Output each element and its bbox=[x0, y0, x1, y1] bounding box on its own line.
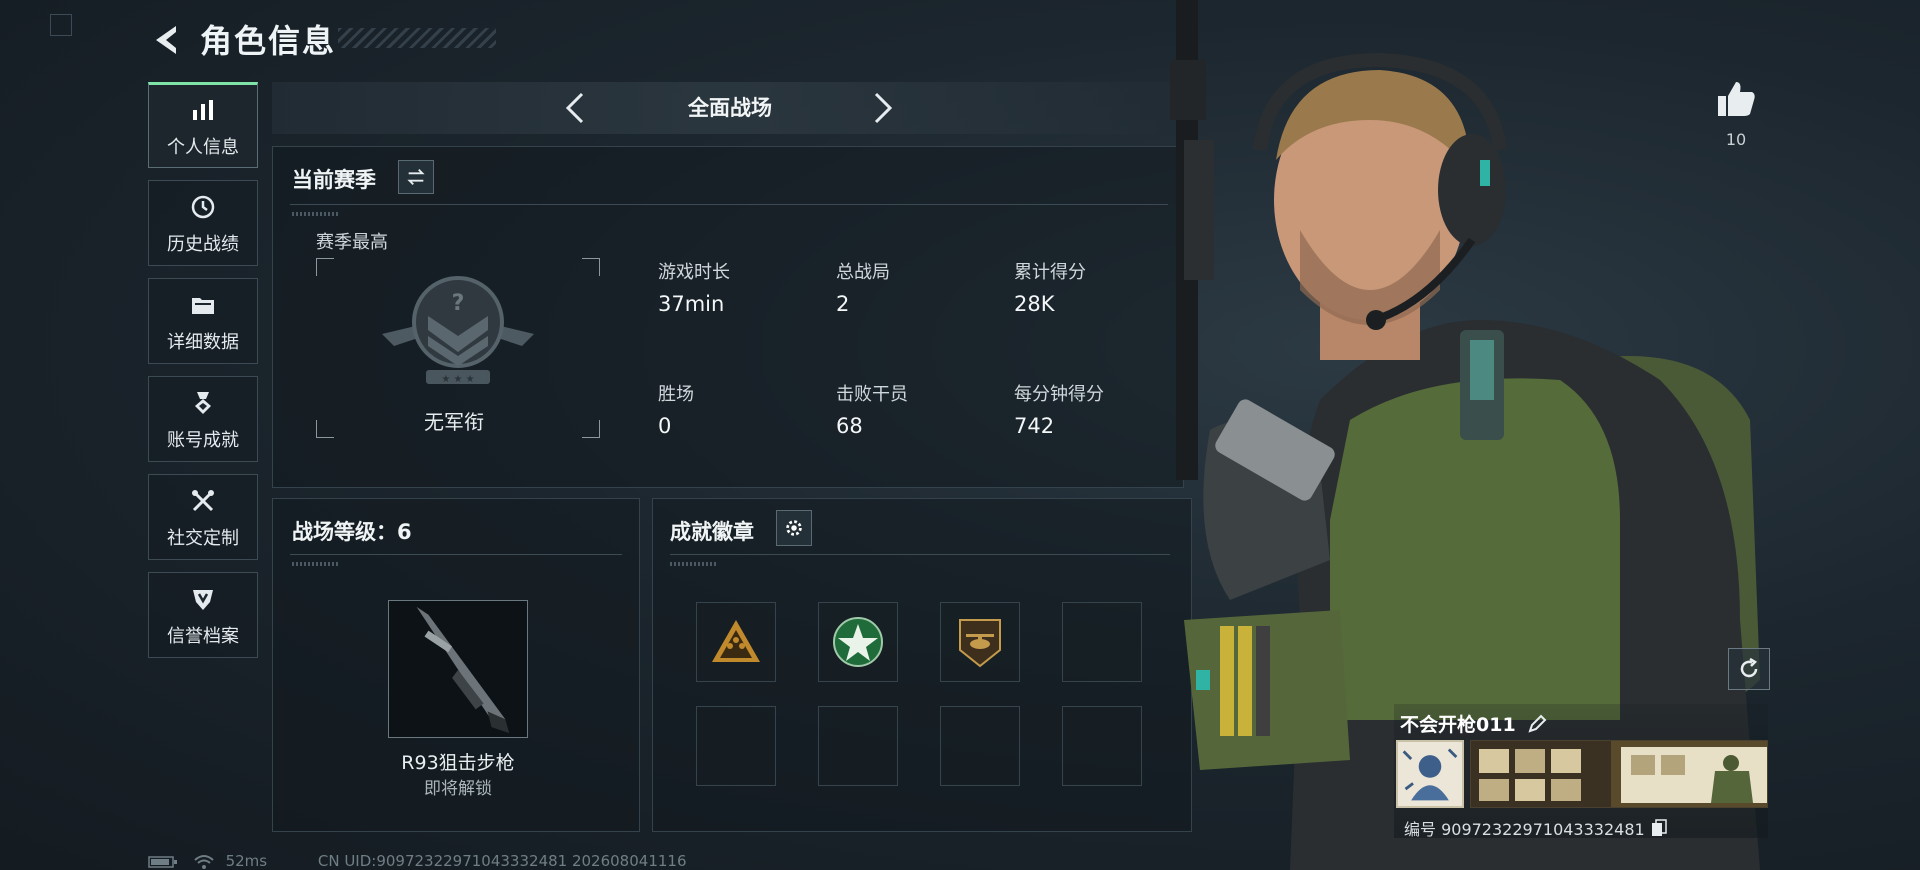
stat-label: 游戏时长 bbox=[658, 262, 730, 283]
season-divider bbox=[290, 204, 1168, 205]
achievements-title: 成就徽章 bbox=[670, 520, 754, 544]
refresh-icon bbox=[1740, 657, 1758, 678]
like-button[interactable] bbox=[1712, 76, 1760, 124]
stat-label: 总战局 bbox=[836, 262, 890, 283]
nav-item-profile[interactable]: 个人信息 bbox=[148, 82, 258, 168]
weapon-status: 即将解锁 bbox=[424, 779, 492, 799]
nav-label: 历史战绩 bbox=[167, 234, 239, 255]
badge-slot-empty[interactable] bbox=[940, 706, 1020, 786]
nav-item-achievements[interactable]: 账号成就 bbox=[148, 376, 258, 462]
badge-slot-empty[interactable] bbox=[696, 706, 776, 786]
player-name: 不会开枪011 bbox=[1400, 714, 1516, 736]
page-title: 角色信息 bbox=[200, 22, 337, 60]
corner-mark bbox=[50, 14, 72, 36]
badge-slot[interactable] bbox=[818, 602, 898, 682]
nav-label: 个人信息 bbox=[167, 137, 239, 158]
clock-icon bbox=[186, 190, 220, 224]
stat-label: 击败干员 bbox=[836, 384, 908, 405]
player-id-row: 编号 9097232297104333248​1 bbox=[1404, 816, 1667, 840]
edit-name-icon[interactable] bbox=[1526, 713, 1548, 735]
player-name-row: 不会开枪011 bbox=[1400, 710, 1548, 737]
avatar-image bbox=[1398, 742, 1462, 806]
nav-label: 账号成就 bbox=[167, 430, 239, 451]
achievements-divider bbox=[670, 554, 1170, 555]
nav-item-social[interactable]: 社交定制 bbox=[148, 474, 258, 560]
wifi-icon bbox=[194, 854, 214, 869]
soldiers-emblem-icon bbox=[712, 620, 760, 662]
mode-next-button[interactable] bbox=[862, 88, 902, 128]
swap-arrows-icon bbox=[407, 169, 425, 185]
rank-emblem-icon: ? ★ ★ ★ bbox=[382, 276, 534, 385]
player-id: 编号 9097232297104333248​1 bbox=[1404, 820, 1645, 839]
sniper-rifle-icon bbox=[416, 606, 510, 734]
nav-item-details[interactable]: 详细数据 bbox=[148, 278, 258, 364]
back-button[interactable] bbox=[146, 18, 190, 62]
chevron-left-icon bbox=[565, 92, 584, 124]
weapon-preview[interactable] bbox=[388, 600, 528, 738]
badge-settings-button[interactable] bbox=[776, 510, 812, 546]
badge-slot[interactable] bbox=[696, 602, 776, 682]
back-arrow-icon bbox=[156, 26, 176, 54]
stat-label: 胜场 bbox=[658, 384, 694, 405]
rotate-model-button[interactable] bbox=[1728, 648, 1770, 690]
stat-value: 68 bbox=[836, 414, 863, 438]
weapon-name: R93狙击步枪 bbox=[401, 752, 515, 774]
stat-label: 累计得分 bbox=[1014, 262, 1086, 283]
season-title: 当前赛季 bbox=[292, 168, 376, 192]
battlefield-divider bbox=[290, 554, 622, 555]
thumbs-up-icon bbox=[1718, 82, 1755, 116]
decor-tag bbox=[670, 562, 718, 566]
nav-item-history[interactable]: 历史战绩 bbox=[148, 180, 258, 266]
badge-slot[interactable] bbox=[940, 602, 1020, 682]
title-decoration bbox=[338, 28, 496, 48]
side-nav: 个人信息 历史战绩 详细数据 账号成就 社交定制 信誉档案 bbox=[148, 82, 260, 670]
decor-tag bbox=[292, 212, 340, 216]
avatar[interactable] bbox=[1396, 740, 1464, 808]
status-bar: 52ms CN UID:9097232297104333248​1 202608… bbox=[148, 852, 687, 870]
stat-value: 2 bbox=[836, 292, 850, 316]
tools-icon bbox=[186, 484, 220, 518]
gear-icon bbox=[786, 520, 802, 536]
stat-label: 每分钟得分 bbox=[1014, 384, 1104, 405]
badge-slot-empty[interactable] bbox=[818, 706, 898, 786]
shield-icon bbox=[186, 582, 220, 616]
season-swap-button[interactable] bbox=[398, 160, 434, 194]
svg-text:?: ? bbox=[452, 291, 465, 316]
medal-icon bbox=[186, 386, 220, 420]
helicopter-emblem-icon bbox=[959, 619, 1001, 668]
ping-text: 52ms bbox=[225, 852, 268, 870]
decor-tag bbox=[292, 562, 340, 566]
copy-icon[interactable] bbox=[1651, 819, 1667, 837]
like-count: 10 bbox=[1725, 130, 1747, 149]
battlefield-title: 战场等级：6 bbox=[292, 520, 412, 544]
nav-label: 详细数据 bbox=[167, 332, 239, 353]
uid-line: CN UID:9097232297104333248​1 20260804111… bbox=[317, 852, 687, 870]
folder-icon bbox=[186, 288, 220, 322]
nav-label: 信誉档案 bbox=[167, 626, 239, 647]
mode-label: 全面战场 bbox=[688, 96, 772, 120]
battery-icon bbox=[148, 855, 177, 868]
svg-text:★ ★ ★: ★ ★ ★ bbox=[441, 374, 474, 385]
stat-value: 37min bbox=[658, 292, 725, 316]
rank-name: 无军衔 bbox=[424, 410, 484, 434]
bar-chart-icon bbox=[186, 93, 220, 127]
stat-value: 0 bbox=[658, 414, 672, 438]
nav-item-reputation[interactable]: 信誉档案 bbox=[148, 572, 258, 658]
chevron-right-icon bbox=[874, 92, 893, 124]
stat-value: 742 bbox=[1014, 414, 1055, 438]
green-star-emblem-icon bbox=[833, 617, 883, 667]
season-best-label: 赛季最高 bbox=[316, 232, 388, 253]
mode-prev-button[interactable] bbox=[556, 88, 596, 128]
banner-image bbox=[1471, 741, 1767, 807]
name-card-banner[interactable] bbox=[1470, 740, 1768, 808]
stat-value: 28K bbox=[1014, 292, 1055, 316]
nav-label: 社交定制 bbox=[167, 528, 239, 549]
